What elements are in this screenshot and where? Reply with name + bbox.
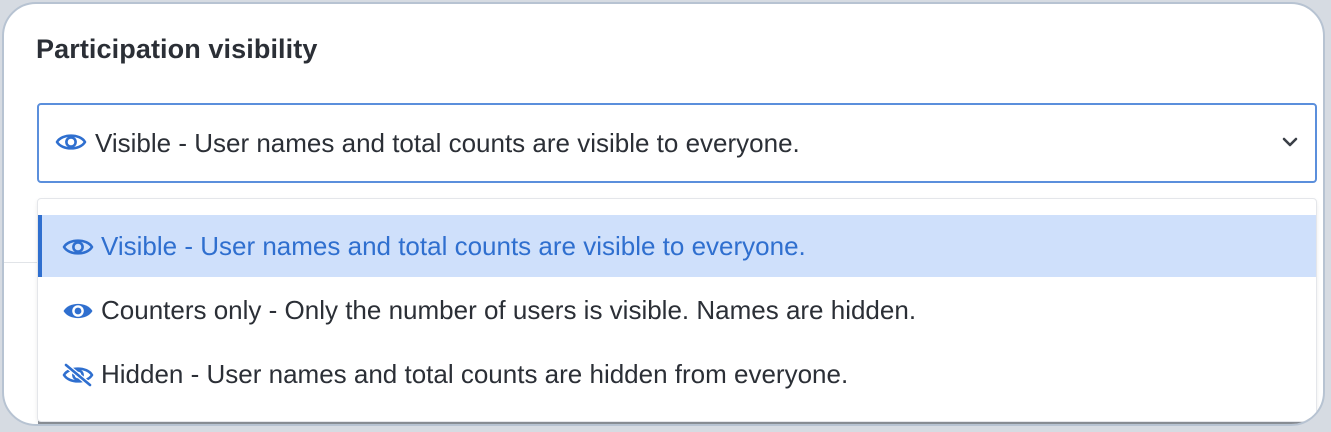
select-value: Visible - User names and total counts ar… <box>95 128 800 158</box>
option-visible[interactable]: Visible - User names and total counts ar… <box>38 215 1316 277</box>
eye-outline-icon <box>62 239 94 255</box>
eye-off-icon <box>62 363 94 387</box>
dropdown-menu: Visible - User names and total counts ar… <box>37 198 1317 422</box>
option-label: Visible - User names and total counts ar… <box>101 231 806 261</box>
eye-outline-icon <box>55 134 87 150</box>
option-label: Hidden - User names and total counts are… <box>101 359 849 389</box>
chevron-down-icon[interactable] <box>1281 136 1299 148</box>
option-label: Counters only - Only the number of users… <box>101 295 917 325</box>
eye-filled-icon <box>63 303 93 319</box>
settings-card: Participation visibility Visible - User … <box>2 2 1325 426</box>
option-counters-only[interactable]: Counters only - Only the number of users… <box>38 279 1316 341</box>
section-title: Participation visibility <box>36 34 318 64</box>
option-hidden[interactable]: Hidden - User names and total counts are… <box>38 343 1316 405</box>
participation-visibility-select[interactable]: Visible - User names and total counts ar… <box>37 103 1317 183</box>
